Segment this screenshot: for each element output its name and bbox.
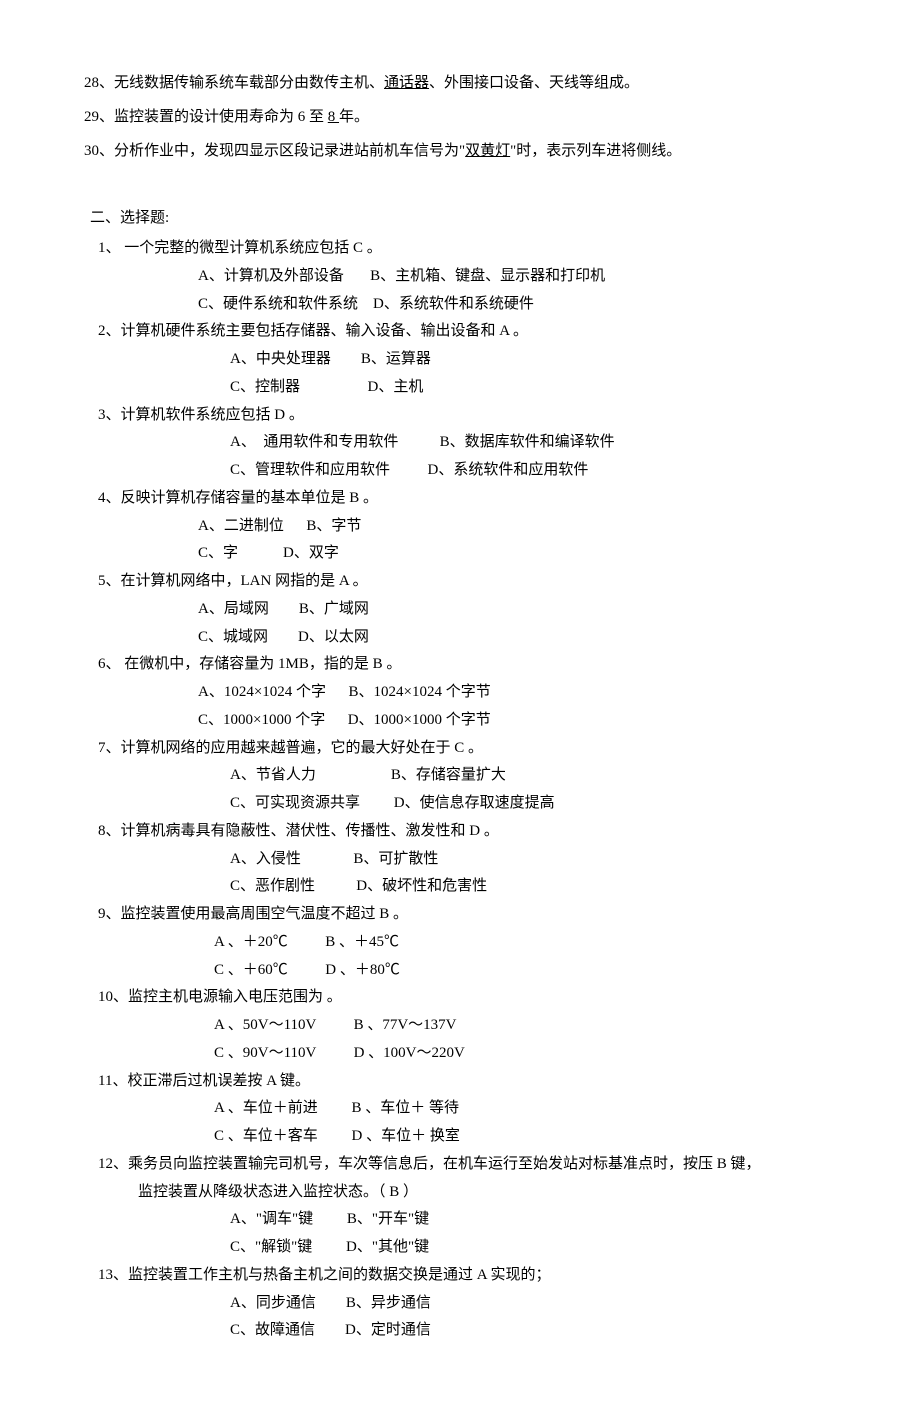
mc-q4: 4、反映计算机存储容量的基本单位是 B 。 A、二进制位 B、字节 C、字 D、…	[98, 485, 832, 568]
option-row: A、 通用软件和专用软件 B、数据库软件和编译软件	[98, 429, 832, 457]
mc-q9: 9、监控装置使用最高周围空气温度不超过 B 。 A 、＋20℃ B 、＋45℃ …	[98, 901, 832, 984]
question-stem: 11、校正滞后过机误差按 A 键。	[98, 1068, 832, 1096]
fill-in-block: 28、无线数据传输系统车载部分由数传主机、通话器、外围接口设备、天线等组成。 2…	[84, 70, 832, 165]
option-row: A、节省人力 B、存储容量扩大	[98, 762, 832, 790]
question-stem: 7、计算机网络的应用越来越普遍，它的最大好处在于 C 。	[98, 735, 832, 763]
text: "时，表示列车进将侧线。	[510, 143, 681, 159]
option-row: A、局域网 B、广域网	[98, 596, 832, 624]
option-row: A、二进制位 B、字节	[98, 513, 832, 541]
question-stem: 12、乘务员向监控装置输完司机号，车次等信息后，在机车运行至始发站对标基准点时，…	[98, 1151, 832, 1179]
question-stem: 9、监控装置使用最高周围空气温度不超过 B 。	[98, 901, 832, 929]
mc-q8: 8、计算机病毒具有隐蔽性、潜伏性、传播性、激发性和 D 。 A、入侵性 B、可扩…	[98, 818, 832, 901]
fill-item-28: 28、无线数据传输系统车载部分由数传主机、通话器、外围接口设备、天线等组成。	[84, 70, 832, 98]
fill-item-29: 29、监控装置的设计使用寿命为 6 至 8 年。	[84, 104, 832, 132]
question-stem: 4、反映计算机存储容量的基本单位是 B 。	[98, 485, 832, 513]
text: 、外围接口设备、天线等组成。	[429, 75, 639, 91]
mc-q10: 10、监控主机电源输入电压范围为 。 A 、50V～110V B 、77V～13…	[98, 984, 832, 1067]
option-row: C、故障通信 D、定时通信	[98, 1317, 832, 1345]
mc-q13: 13、监控装置工作主机与热备主机之间的数据交换是通过 A 实现的； A、同步通信…	[98, 1262, 832, 1345]
option-row: C 、90V～110V D 、100V～220V	[98, 1040, 832, 1068]
text: 28、无线数据传输系统车载部分由数传主机、	[84, 75, 384, 91]
option-row: A 、＋20℃ B 、＋45℃	[98, 929, 832, 957]
mc-q6: 6、 在微机中，存储容量为 1MB，指的是 B 。 A、1024×1024 个字…	[98, 651, 832, 734]
option-row: A、同步通信 B、异步通信	[98, 1290, 832, 1318]
option-row: C、"解锁"键 D、"其他"键	[98, 1234, 832, 1262]
section-title: 二、选择题:	[90, 205, 832, 233]
option-row: C、恶作剧性 D、破坏性和危害性	[98, 873, 832, 901]
option-row: A、"调车"键 B、"开车"键	[98, 1206, 832, 1234]
option-row: C、管理软件和应用软件 D、系统软件和应用软件	[98, 457, 832, 485]
option-row: A、计算机及外部设备 B、主机箱、键盘、显示器和打印机	[98, 263, 832, 291]
question-stem: 8、计算机病毒具有隐蔽性、潜伏性、传播性、激发性和 D 。	[98, 818, 832, 846]
option-row: C、字 D、双字	[98, 540, 832, 568]
option-row: C 、车位＋客车 D 、车位＋ 换室	[98, 1123, 832, 1151]
question-stem: 13、监控装置工作主机与热备主机之间的数据交换是通过 A 实现的；	[98, 1262, 832, 1290]
mc-q12: 12、乘务员向监控装置输完司机号，车次等信息后，在机车运行至始发站对标基准点时，…	[98, 1151, 832, 1262]
question-stem: 5、在计算机网络中，LAN 网指的是 A 。	[98, 568, 832, 596]
option-row: A、中央处理器 B、运算器	[98, 346, 832, 374]
option-row: A、入侵性 B、可扩散性	[98, 846, 832, 874]
option-row: C 、＋60℃ D 、＋80℃	[98, 957, 832, 985]
option-row: A 、车位＋前进 B 、车位＋ 等待	[98, 1095, 832, 1123]
option-row: C、1000×1000 个字 D、1000×1000 个字节	[98, 707, 832, 735]
fill-answer: 8	[328, 109, 339, 125]
question-stem: 10、监控主机电源输入电压范围为 。	[98, 984, 832, 1012]
mc-q2: 2、计算机硬件系统主要包括存储器、输入设备、输出设备和 A 。 A、中央处理器 …	[98, 318, 832, 401]
mc-q1: 1、 一个完整的微型计算机系统应包括 C 。 A、计算机及外部设备 B、主机箱、…	[98, 235, 832, 318]
question-stem: 1、 一个完整的微型计算机系统应包括 C 。	[98, 235, 832, 263]
option-row: C、控制器 D、主机	[98, 374, 832, 402]
page-root: 28、无线数据传输系统车载部分由数传主机、通话器、外围接口设备、天线等组成。 2…	[0, 0, 920, 1405]
text: 30、分析作业中，发现四显示区段记录进站前机车信号为"	[84, 143, 465, 159]
mc-q11: 11、校正滞后过机误差按 A 键。 A 、车位＋前进 B 、车位＋ 等待 C 、…	[98, 1068, 832, 1151]
option-row: C、可实现资源共享 D、使信息存取速度提高	[98, 790, 832, 818]
option-row: A、1024×1024 个字 B、1024×1024 个字节	[98, 679, 832, 707]
option-row: A 、50V～110V B 、77V～137V	[98, 1012, 832, 1040]
option-row: C、城域网 D、以太网	[98, 624, 832, 652]
text: 年。	[339, 109, 369, 125]
fill-answer: 通话器	[384, 75, 429, 91]
mc-q3: 3、计算机软件系统应包括 D 。 A、 通用软件和专用软件 B、数据库软件和编译…	[98, 402, 832, 485]
question-stem-cont: 监控装置从降级状态进入监控状态。（ B ）	[98, 1179, 832, 1207]
question-stem: 3、计算机软件系统应包括 D 。	[98, 402, 832, 430]
question-stem: 6、 在微机中，存储容量为 1MB，指的是 B 。	[98, 651, 832, 679]
text: 29、监控装置的设计使用寿命为 6 至	[84, 109, 328, 125]
question-stem: 2、计算机硬件系统主要包括存储器、输入设备、输出设备和 A 。	[98, 318, 832, 346]
mc-q7: 7、计算机网络的应用越来越普遍，它的最大好处在于 C 。 A、节省人力 B、存储…	[98, 735, 832, 818]
fill-answer: 双黄灯	[465, 143, 510, 159]
option-row: C、硬件系统和软件系统 D、系统软件和系统硬件	[98, 291, 832, 319]
mc-q5: 5、在计算机网络中，LAN 网指的是 A 。 A、局域网 B、广域网 C、城域网…	[98, 568, 832, 651]
fill-item-30: 30、分析作业中，发现四显示区段记录进站前机车信号为"双黄灯"时，表示列车进将侧…	[84, 138, 832, 166]
